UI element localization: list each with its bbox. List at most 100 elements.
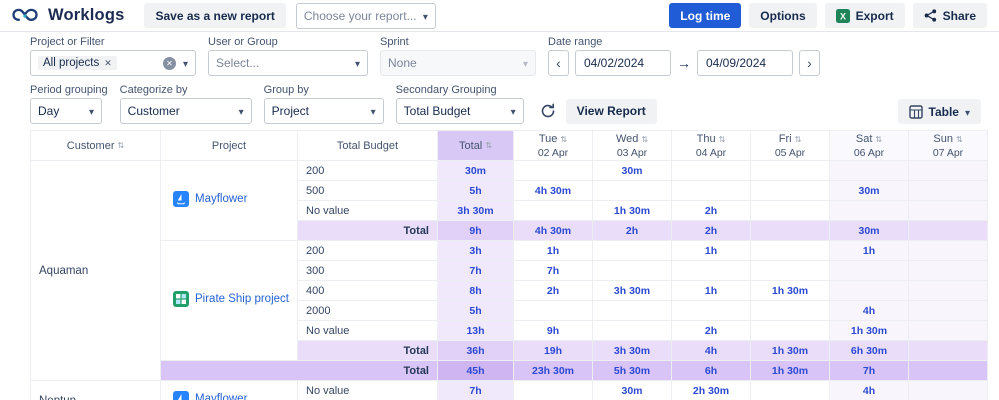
secondary-grouping-label: Secondary Grouping (395, 84, 497, 96)
topbar: Worklogs Save as a new report Choose you… (0, 0, 999, 32)
next-period-button[interactable] (799, 50, 820, 76)
page-title: Worklogs (48, 6, 125, 24)
day-cell (829, 280, 909, 301)
day-cell: 4h (671, 340, 751, 361)
day-cell (671, 160, 751, 181)
project-filter: Project or Filter All projects (30, 36, 196, 76)
day-cell: 6h 30m (829, 340, 909, 361)
day-cell: 2h 30m (671, 380, 751, 400)
sort-icon (956, 133, 963, 146)
day-cell: 3h 30m (592, 280, 672, 301)
day-cell: 1h (513, 240, 593, 261)
day-cell (750, 200, 830, 221)
day-cell: 3h 30m (592, 340, 672, 361)
prev-period-button[interactable] (548, 50, 569, 76)
project-link[interactable]: Pirate Ship project (195, 293, 289, 305)
clear-icon[interactable] (162, 56, 176, 70)
day-cell (750, 320, 830, 341)
export-button[interactable]: X Export (824, 3, 905, 28)
col-header-wed[interactable]: Wed03 Apr (592, 130, 672, 161)
day-cell (750, 180, 830, 201)
col-header-total[interactable]: Total (437, 130, 514, 161)
date-label: 06 Apr (853, 146, 885, 159)
total-cell: 7h (437, 260, 514, 281)
customer-cell: Neptun (30, 380, 161, 400)
table-row: Neptun Mayflower No value 7h 30m 2h 30m … (30, 380, 988, 400)
worklog-report-table: Customer Project Total Budget Total Tue0… (30, 130, 988, 400)
day-cell: 4h (829, 300, 909, 321)
col-header-customer[interactable]: Customer (30, 130, 161, 161)
date-label: 02 Apr (537, 146, 569, 159)
chevron-down-icon (423, 9, 428, 23)
project-filter-chip[interactable]: All projects (38, 56, 117, 70)
customer-header-label: Customer (66, 139, 115, 152)
day-cell (750, 260, 830, 281)
view-report-button[interactable]: View Report (565, 98, 657, 124)
col-header-thu[interactable]: Thu04 Apr (671, 130, 751, 161)
day-cell (750, 160, 830, 181)
date-range-label: Date range (548, 36, 603, 48)
date-from-input[interactable] (575, 50, 671, 76)
total-label-cell: Total (297, 220, 438, 241)
total-cell: 8h (437, 280, 514, 301)
categorize-by-filter: Categorize by Customer (119, 84, 252, 124)
period-grouping-select[interactable]: Day (30, 98, 102, 124)
excel-icon: X (835, 8, 850, 23)
group-by-select[interactable]: Project (263, 98, 384, 124)
total-cell: 5h (437, 300, 514, 321)
sort-icon (875, 133, 882, 146)
col-header-tue[interactable]: Tue02 Apr (513, 130, 593, 161)
total-cell: 3h 30m (437, 200, 514, 221)
group-by-label: Group by (263, 84, 309, 96)
save-report-button[interactable]: Save as a new report (144, 3, 286, 28)
sort-icon (485, 139, 492, 152)
day-cell: 1h 30m (829, 320, 909, 341)
project-icon-mayflower (173, 191, 189, 207)
categorize-by-select[interactable]: Customer (119, 98, 252, 124)
project-link[interactable]: Mayflower (195, 193, 247, 205)
day-cell (908, 200, 988, 221)
arrow-right-icon (677, 55, 691, 71)
table-view-icon (908, 104, 923, 119)
total-cell: 36h (437, 340, 514, 361)
categorize-by-label: Categorize by (119, 84, 188, 96)
project-filter-select[interactable]: All projects (30, 50, 196, 76)
col-header-fri[interactable]: Fri05 Apr (750, 130, 830, 161)
view-mode-button[interactable]: Table (897, 99, 981, 124)
share-label: Share (942, 8, 976, 23)
user-filter-select[interactable]: Select... (208, 50, 368, 76)
options-button[interactable]: Options (749, 3, 817, 28)
col-header-sat[interactable]: Sat06 Apr (829, 130, 909, 161)
day-cell (750, 220, 830, 241)
sprint-filter-value: None (388, 56, 417, 70)
day-cell (908, 220, 988, 241)
day-label: Wed (615, 133, 639, 145)
report-select[interactable]: Choose your report... (295, 2, 436, 29)
sprint-filter-label: Sprint (380, 36, 409, 48)
project-icon-pirate-ship (173, 291, 189, 307)
date-to-input[interactable] (697, 50, 793, 76)
sort-icon (117, 139, 124, 152)
day-cell (750, 240, 830, 261)
close-icon[interactable] (104, 57, 112, 69)
log-time-button[interactable]: Log time (669, 3, 742, 28)
col-header-project[interactable]: Project (160, 130, 298, 161)
sort-icon (560, 133, 567, 146)
refresh-button[interactable] (540, 103, 556, 119)
day-label: Tue (538, 133, 558, 145)
day-cell: 2h (671, 200, 751, 221)
share-icon (924, 9, 937, 22)
day-cell (908, 320, 988, 341)
col-header-budget[interactable]: Total Budget (297, 130, 438, 161)
project-link[interactable]: Mayflower (195, 393, 247, 400)
project-cell: Mayflower (160, 160, 298, 241)
filters-row-1: Project or Filter All projects User or G… (0, 32, 999, 76)
total-cell: 30m (437, 160, 514, 181)
chevron-down-icon[interactable] (183, 56, 188, 70)
day-cell (513, 300, 593, 321)
col-header-sun[interactable]: Sun07 Apr (908, 130, 988, 161)
secondary-grouping-select[interactable]: Total Budget (395, 98, 524, 124)
day-cell (829, 200, 909, 221)
share-button[interactable]: Share (912, 3, 987, 28)
sprint-filter-select: None (380, 50, 536, 76)
